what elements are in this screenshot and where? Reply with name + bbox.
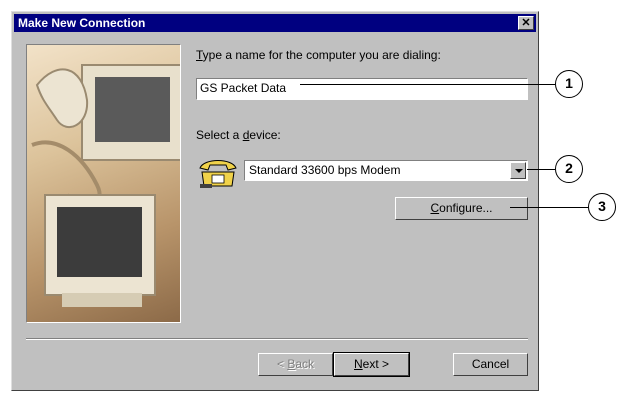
telephone-modem-icon: [198, 154, 238, 191]
next-button[interactable]: Next >: [333, 352, 410, 377]
computer-name-label: Type a name for the computer you are dia…: [196, 48, 441, 62]
callout-line-1: [300, 84, 555, 85]
back-button[interactable]: < Back: [258, 353, 333, 376]
callout-1: 1: [555, 70, 583, 98]
computer-name-input[interactable]: GS Packet Data: [196, 78, 528, 100]
configure-button[interactable]: Configure...: [395, 197, 528, 220]
chevron-down-icon[interactable]: [510, 162, 526, 179]
wizard-illustration: [26, 44, 181, 323]
callout-3: 3: [588, 193, 616, 221]
make-new-connection-dialog: Make New Connection ✕ Type a name for th…: [11, 11, 539, 391]
separator: [26, 338, 528, 340]
callout-line-3: [510, 207, 588, 208]
computer-phone-illustration: [31, 64, 180, 307]
device-select[interactable]: Standard 33600 bps Modem: [244, 160, 528, 181]
close-icon[interactable]: ✕: [518, 16, 534, 30]
callout-2: 2: [555, 155, 583, 183]
device-select-value: Standard 33600 bps Modem: [249, 163, 401, 177]
callout-line-2: [527, 169, 555, 170]
cancel-button[interactable]: Cancel: [453, 353, 528, 376]
title-bar[interactable]: Make New Connection ✕: [14, 14, 536, 32]
window-title: Make New Connection: [18, 16, 146, 30]
device-label: Select a device:: [196, 128, 281, 142]
